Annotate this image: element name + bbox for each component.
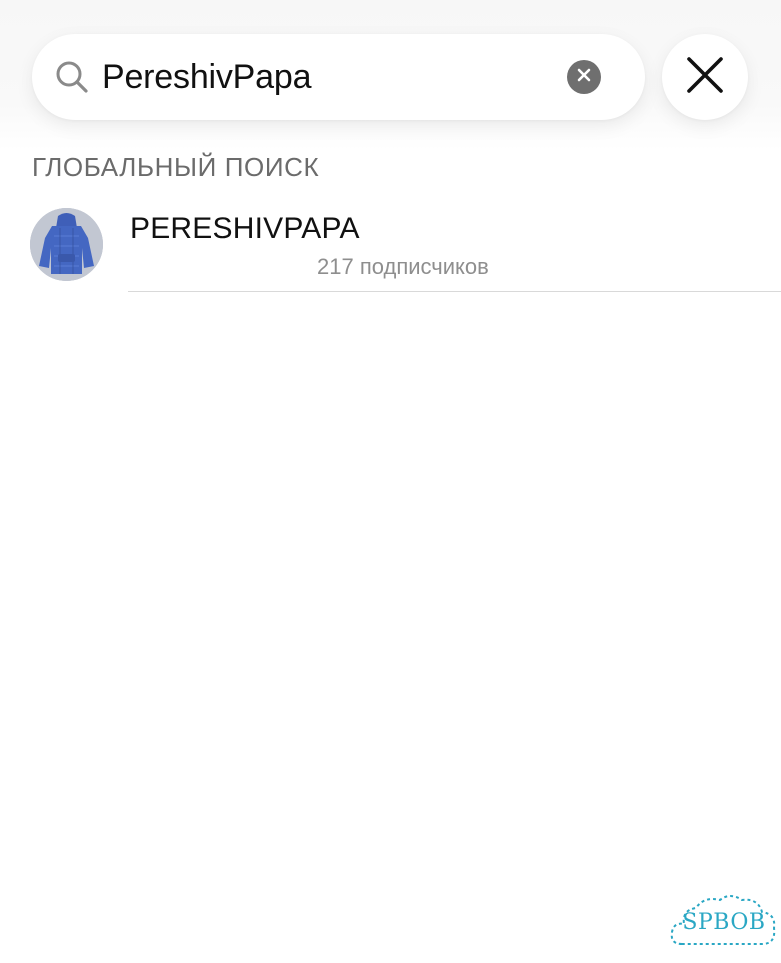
- clear-circle-icon: [576, 67, 592, 88]
- search-input[interactable]: PereshivPapa: [102, 34, 311, 120]
- search-result-row[interactable]: PERESHIVPAPA 217 подписчиков: [0, 200, 781, 292]
- close-icon: [685, 55, 725, 100]
- channel-avatar: [30, 208, 103, 281]
- hoodie-avatar-icon: [30, 208, 103, 281]
- global-search-section-title: ГЛОБАЛЬНЫЙ ПОИСК: [32, 152, 320, 182]
- clear-search-button[interactable]: [567, 60, 601, 94]
- close-button[interactable]: [662, 34, 748, 120]
- row-divider: [128, 291, 781, 292]
- subscriber-count: 217 подписчиков: [317, 254, 489, 279]
- channel-name: PERESHIVPAPA: [130, 212, 360, 245]
- watermark-text: SPBOB: [682, 910, 766, 935]
- search-bar[interactable]: PereshivPapa: [32, 34, 645, 120]
- watermark-logo: SPBOB: [668, 888, 780, 958]
- search-icon: [54, 59, 90, 95]
